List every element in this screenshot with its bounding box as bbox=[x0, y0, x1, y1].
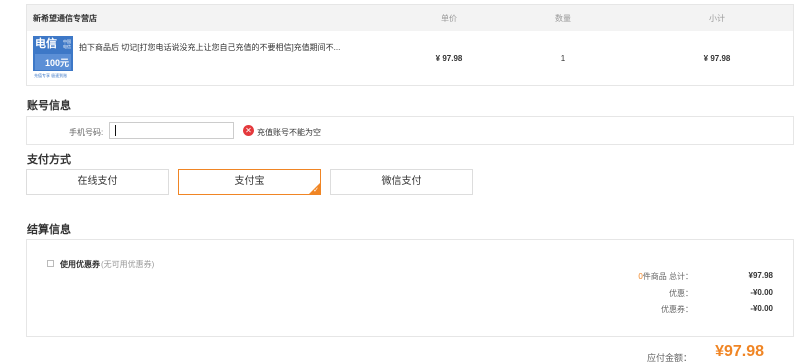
order-table: 新希望通信专营店 单价 数量 小计 电信 中国电信 100元 充值专享 极速到账… bbox=[26, 4, 794, 86]
payment-option-alipay-label: 支付宝 bbox=[234, 176, 265, 187]
thumbnail-brand-text: 电信 bbox=[35, 38, 57, 50]
column-header-price: 单价 bbox=[441, 14, 457, 23]
coupon-label: 使用优惠券 bbox=[60, 260, 100, 269]
order-table-header: 新希望通信专营店 单价 数量 小计 bbox=[27, 5, 793, 31]
item-unit-price: ¥ 97.98 bbox=[435, 54, 463, 63]
thumbnail-footer-text: 充值专享 极速到账 bbox=[33, 71, 73, 80]
payment-section-title: 支付方式 bbox=[27, 154, 71, 166]
coupon-note: (无可用优惠券) bbox=[101, 260, 155, 269]
discount-label: 优惠： bbox=[669, 289, 693, 298]
goods-total-value: ¥97.98 bbox=[748, 271, 773, 280]
product-title-link[interactable]: 拍下商品后 切记[打您电话说没充上让您自己充值的不要相信]充值期间不... bbox=[79, 42, 340, 53]
summary-goods-total: 0件商品 总计： ¥97.98 bbox=[613, 271, 773, 281]
item-subtotal: ¥ 97.98 bbox=[703, 54, 731, 63]
column-header-subtotal: 小计 bbox=[709, 14, 725, 23]
shop-name[interactable]: 新希望通信专营店 bbox=[33, 13, 97, 24]
column-header-quantity: 数量 bbox=[555, 14, 571, 23]
phone-number-input[interactable] bbox=[109, 122, 234, 139]
checkmark-icon: ✓ bbox=[313, 187, 319, 194]
payment-option-wechat[interactable]: 微信支付 bbox=[330, 169, 473, 195]
coupon-discount-value: -¥0.00 bbox=[750, 304, 773, 313]
payable-value: ¥97.98 bbox=[715, 343, 764, 360]
payment-option-online[interactable]: 在线支付 bbox=[26, 169, 169, 195]
discount-value: -¥0.00 bbox=[750, 288, 773, 297]
settlement-section-title: 结算信息 bbox=[27, 224, 71, 236]
item-count-suffix: 件商品 总计： bbox=[642, 272, 693, 281]
item-quantity: 1 bbox=[560, 54, 566, 63]
settlement-panel: 使用优惠券 (无可用优惠券) 0件商品 总计： ¥97.98 优惠： -¥0.0… bbox=[26, 239, 794, 337]
text-cursor bbox=[115, 125, 116, 136]
product-thumbnail[interactable]: 电信 中国电信 100元 充值专享 极速到账 bbox=[33, 36, 73, 80]
thumbnail-amount-band: 100元 bbox=[35, 54, 71, 70]
account-panel: 手机号码: ✕ 充值账号不能为空 bbox=[26, 116, 794, 145]
phone-error-message: 充值账号不能为空 bbox=[257, 128, 321, 137]
summary-discount: 优惠： -¥0.00 bbox=[613, 288, 773, 298]
coupon-checkbox[interactable] bbox=[47, 260, 54, 267]
thumbnail-side-text: 中国电信 bbox=[63, 39, 71, 49]
error-circle-icon: ✕ bbox=[243, 125, 254, 136]
coupon-discount-label: 优惠券： bbox=[661, 305, 693, 314]
payable-label: 应付金额： bbox=[646, 353, 692, 363]
payment-option-alipay[interactable]: 支付宝 ✓ bbox=[178, 169, 321, 195]
summary-coupon-discount: 优惠券： -¥0.00 bbox=[613, 304, 773, 314]
order-item-row: 电信 中国电信 100元 充值专享 极速到账 拍下商品后 切记[打您电话说没充上… bbox=[27, 31, 793, 87]
account-section-title: 账号信息 bbox=[27, 100, 71, 112]
thumbnail-amount-text: 100元 bbox=[44, 58, 69, 68]
phone-label: 手机号码: bbox=[69, 128, 104, 137]
